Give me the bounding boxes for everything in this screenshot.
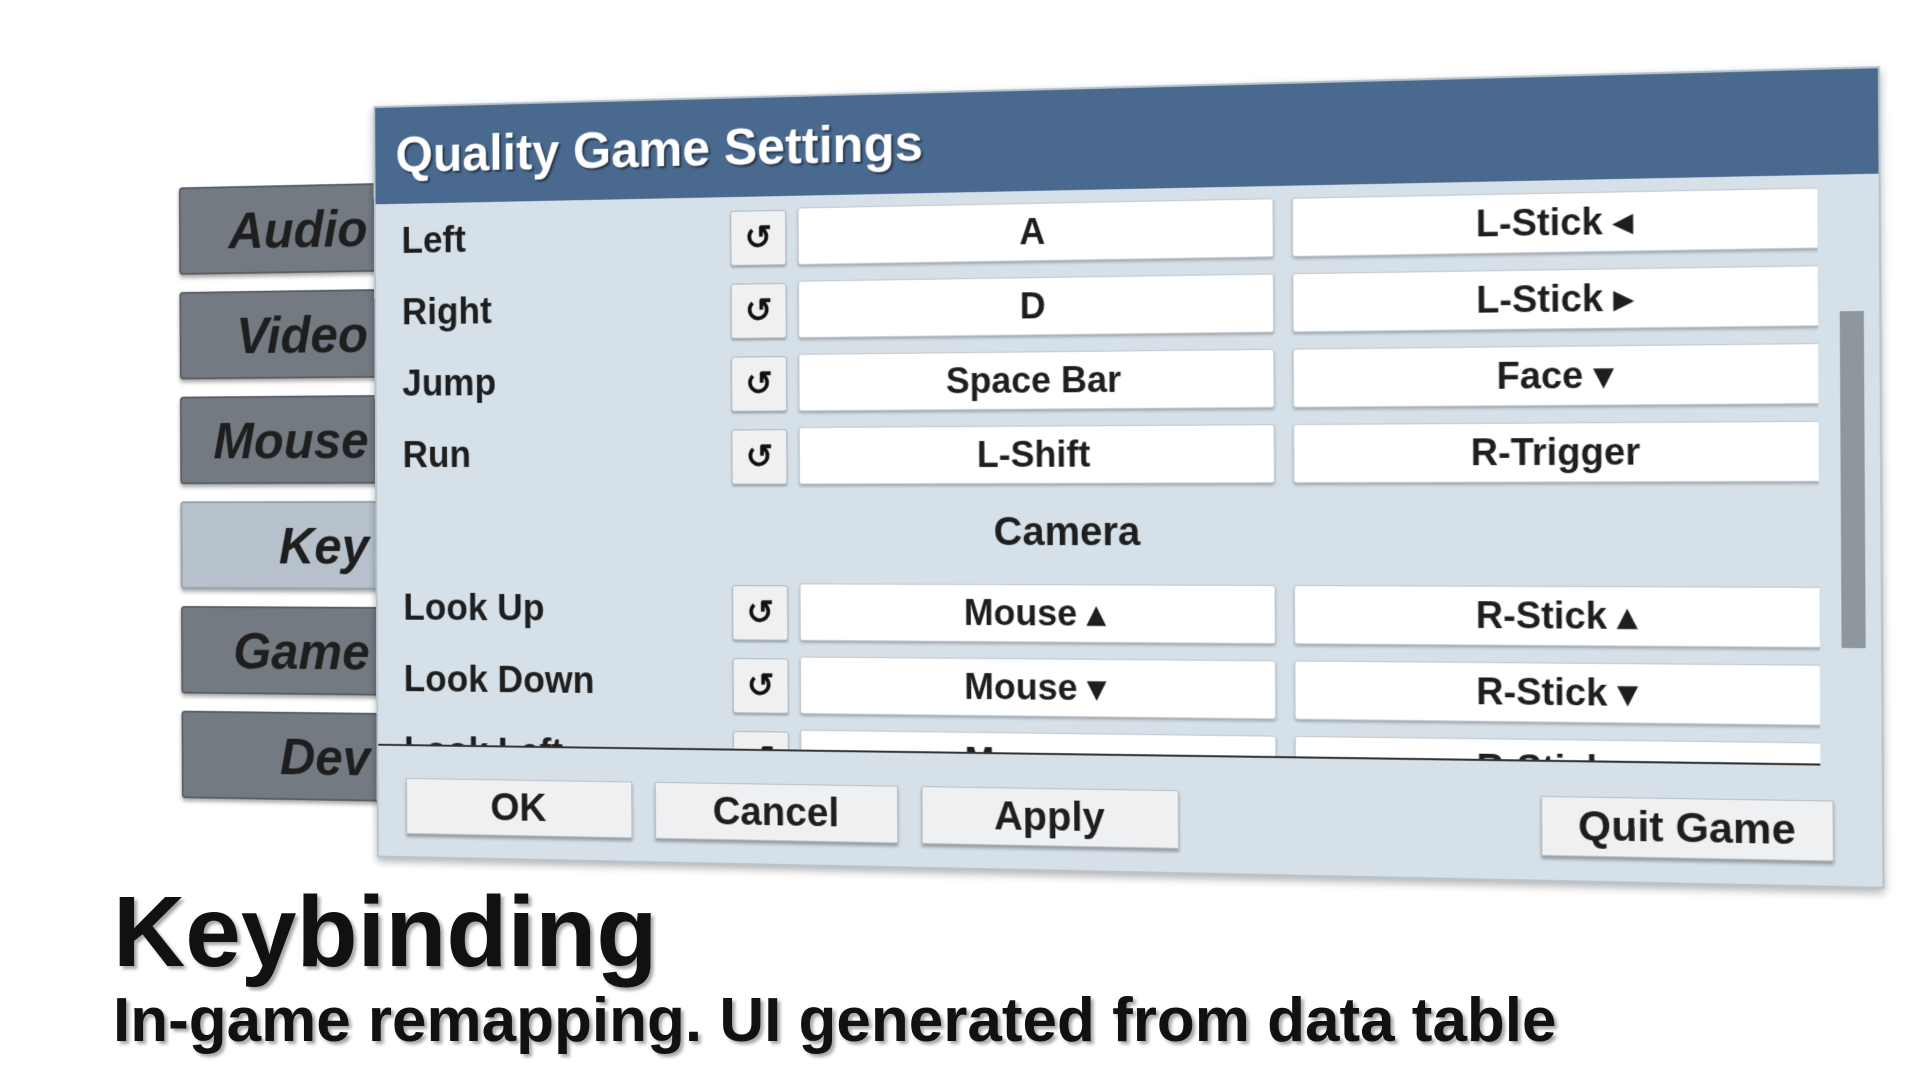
apply-button[interactable]: Apply — [921, 786, 1180, 849]
primary-key-button[interactable]: Space Bar — [798, 348, 1275, 412]
secondary-key-button[interactable]: R-Stick ◂ — [1294, 735, 1821, 766]
primary-key-button[interactable]: D — [798, 273, 1275, 339]
binding-row-look-up: Look Up ↺ Mouse ▴ R-Stick ▴ — [378, 582, 1821, 654]
primary-key-button[interactable]: Mouse ▾ — [799, 656, 1277, 720]
scrollbar-thumb[interactable] — [1839, 310, 1866, 649]
tab-dev[interactable]: Dev — [181, 710, 391, 802]
settings-panel: Quality Game Settings Left ↺ A L-Stick ◂… — [373, 66, 1885, 889]
cancel-button[interactable]: Cancel — [654, 781, 899, 844]
section-header-camera: Camera — [993, 509, 1141, 555]
secondary-key-button[interactable]: L-Stick ▸ — [1292, 265, 1821, 333]
action-label: Look Left — [403, 730, 564, 766]
quit-game-button[interactable]: Quit Game — [1541, 795, 1834, 862]
action-label: Jump — [402, 362, 497, 405]
binding-row-look-left: Look Left ↺ Mouse ◂ R-Stick ◂ — [378, 724, 1821, 766]
reset-icon[interactable]: ↺ — [730, 282, 787, 339]
action-label: Run — [402, 434, 472, 476]
tab-video[interactable]: Video — [179, 288, 389, 380]
tab-mouse[interactable]: Mouse — [179, 394, 389, 485]
tab-audio[interactable]: Audio — [178, 182, 388, 275]
secondary-key-button[interactable]: L-Stick ◂ — [1291, 187, 1821, 257]
primary-key-button[interactable]: L-Shift — [798, 424, 1275, 485]
reset-icon[interactable]: ↺ — [732, 730, 790, 766]
secondary-key-button[interactable]: R-Stick ▴ — [1293, 585, 1821, 648]
action-label: Look Down — [403, 659, 595, 702]
reset-icon[interactable]: ↺ — [730, 209, 787, 267]
reset-icon[interactable]: ↺ — [731, 356, 788, 412]
binding-row-run: Run ↺ L-Shift R-Trigger — [377, 420, 1821, 492]
keybinding-list: Left ↺ A L-Stick ◂ Right ↺ D L-Stick ▸ J… — [375, 174, 1821, 766]
reset-icon[interactable]: ↺ — [732, 585, 789, 641]
tab-game[interactable]: Game — [180, 605, 391, 696]
secondary-key-button[interactable]: R-Trigger — [1293, 420, 1821, 484]
action-label: Left — [401, 219, 467, 262]
action-label: Right — [401, 291, 492, 334]
secondary-key-button[interactable]: R-Stick ▾ — [1294, 660, 1821, 726]
binding-row-left: Left ↺ A L-Stick ◂ — [376, 187, 1821, 278]
reset-icon[interactable]: ↺ — [732, 658, 789, 714]
primary-key-button[interactable]: A — [797, 198, 1274, 265]
binding-row-look-down: Look Down ↺ Mouse ▾ R-Stick ▾ — [378, 653, 1821, 732]
primary-key-button[interactable]: Mouse ◂ — [800, 729, 1277, 766]
action-label: Look Up — [403, 587, 545, 630]
caption-title: Keybinding — [113, 876, 658, 988]
ok-button[interactable]: OK — [406, 777, 633, 839]
binding-row-right: Right ↺ D L-Stick ▸ — [376, 265, 1821, 348]
primary-key-button[interactable]: Mouse ▴ — [799, 583, 1276, 645]
secondary-key-button[interactable]: Face ▾ — [1292, 343, 1821, 408]
tab-key[interactable]: Key — [180, 500, 390, 590]
binding-row-jump: Jump ↺ Space Bar Face ▾ — [376, 343, 1821, 420]
settings-stage: Audio Video Mouse Key Game Dev Quality G… — [143, 44, 1913, 910]
reset-icon[interactable]: ↺ — [731, 429, 788, 485]
caption-subtitle: In-game remapping. UI generated from dat… — [113, 986, 1557, 1055]
